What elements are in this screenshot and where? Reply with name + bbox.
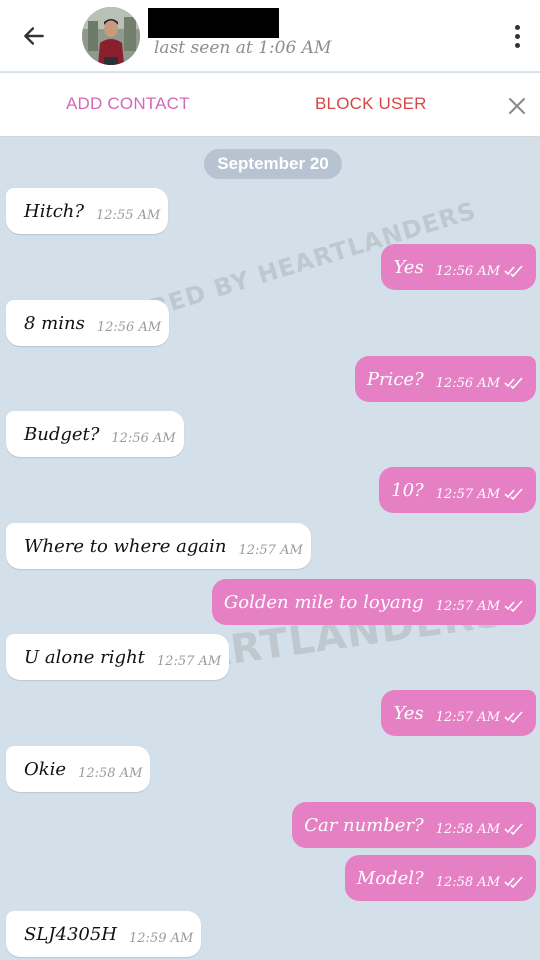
message-text: Yes bbox=[393, 256, 424, 278]
message-time: 12:58 AM bbox=[435, 821, 500, 837]
double-check-icon bbox=[504, 265, 524, 277]
double-check-icon bbox=[504, 876, 524, 888]
message-time: 12:57 AM bbox=[435, 598, 500, 614]
message-time: 12:57 AM bbox=[435, 709, 500, 725]
message-text: Hitch? bbox=[24, 200, 85, 222]
message-time: 12:55 AM bbox=[96, 207, 161, 223]
message-time: 12:59 AM bbox=[129, 930, 194, 946]
block-user-button[interactable]: BLOCK USER bbox=[315, 94, 427, 114]
chat-message-list[interactable]: September 20 SHARED BY HEARTLANDERS HEAR… bbox=[0, 138, 540, 960]
message-time: 12:58 AM bbox=[435, 874, 500, 890]
message-time: 12:56 AM bbox=[96, 319, 162, 335]
more-vertical-icon-dot bbox=[514, 33, 520, 39]
back-button[interactable] bbox=[16, 18, 52, 54]
message-time: 12:57 AM bbox=[435, 486, 500, 502]
message-text: Model? bbox=[356, 867, 424, 889]
more-options-button[interactable] bbox=[502, 18, 532, 54]
message-text: Where to where again bbox=[24, 535, 227, 557]
message-text: 10? bbox=[391, 479, 424, 501]
message-incoming[interactable]: Okie 12:58 AM bbox=[6, 746, 151, 792]
message-outgoing[interactable]: Yes 12:57 AM bbox=[381, 690, 536, 736]
double-check-icon bbox=[504, 600, 524, 612]
message-text: Yes bbox=[393, 702, 424, 724]
message-time: 12:58 AM bbox=[78, 765, 143, 781]
contact-avatar[interactable] bbox=[82, 7, 140, 65]
message-text: Price? bbox=[366, 368, 424, 390]
close-icon bbox=[509, 98, 525, 114]
more-vertical-icon bbox=[514, 24, 520, 30]
message-incoming[interactable]: Where to where again 12:57 AM bbox=[6, 523, 311, 569]
message-text: 8 mins bbox=[24, 312, 85, 334]
message-time: 12:56 AM bbox=[111, 430, 176, 446]
contact-name-redacted bbox=[148, 8, 279, 38]
date-divider: September 20 bbox=[204, 149, 342, 179]
double-check-icon bbox=[504, 823, 524, 835]
message-outgoing[interactable]: Car number? 12:58 AM bbox=[292, 802, 536, 848]
message-incoming[interactable]: Budget? 12:56 AM bbox=[6, 411, 184, 457]
message-incoming[interactable]: 8 mins 12:56 AM bbox=[6, 300, 170, 346]
message-outgoing[interactable]: Yes 12:56 AM bbox=[381, 244, 536, 290]
message-incoming[interactable]: Hitch? 12:55 AM bbox=[6, 188, 169, 234]
message-text: SLJ4305H bbox=[24, 923, 118, 945]
message-time: 12:57 AM bbox=[238, 542, 303, 558]
contact-action-bar: ADD CONTACT BLOCK USER bbox=[0, 73, 540, 137]
message-outgoing[interactable]: Golden mile to loyang 12:57 AM bbox=[211, 579, 536, 625]
message-outgoing[interactable]: Model? 12:58 AM bbox=[344, 855, 536, 901]
message-time: 12:56 AM bbox=[435, 263, 500, 279]
message-text: U alone right bbox=[24, 646, 145, 668]
message-text: Car number? bbox=[304, 814, 424, 836]
message-time: 12:57 AM bbox=[156, 653, 222, 669]
double-check-icon bbox=[504, 377, 524, 389]
message-text: Okie bbox=[24, 758, 67, 780]
message-outgoing[interactable]: Price? 12:56 AM bbox=[354, 356, 536, 402]
profile-photo bbox=[82, 7, 140, 65]
last-seen-status: last seen at 1:06 AM bbox=[154, 38, 332, 58]
double-check-icon bbox=[504, 711, 524, 723]
chat-header: last seen at 1:06 AM bbox=[0, 0, 540, 72]
arrow-left-icon bbox=[24, 27, 44, 45]
message-time: 12:56 AM bbox=[435, 375, 500, 391]
message-text: Budget? bbox=[24, 423, 100, 445]
double-check-icon bbox=[504, 488, 524, 500]
more-vertical-icon-dot bbox=[514, 42, 520, 48]
add-contact-button[interactable]: ADD CONTACT bbox=[66, 94, 190, 114]
message-incoming[interactable]: SLJ4305H 12:59 AM bbox=[6, 911, 202, 957]
message-outgoing[interactable]: 10? 12:57 AM bbox=[379, 467, 536, 513]
dismiss-bar-button[interactable] bbox=[504, 93, 530, 119]
message-incoming[interactable]: U alone right 12:57 AM bbox=[6, 634, 230, 680]
message-text: Golden mile to loyang bbox=[223, 591, 424, 613]
